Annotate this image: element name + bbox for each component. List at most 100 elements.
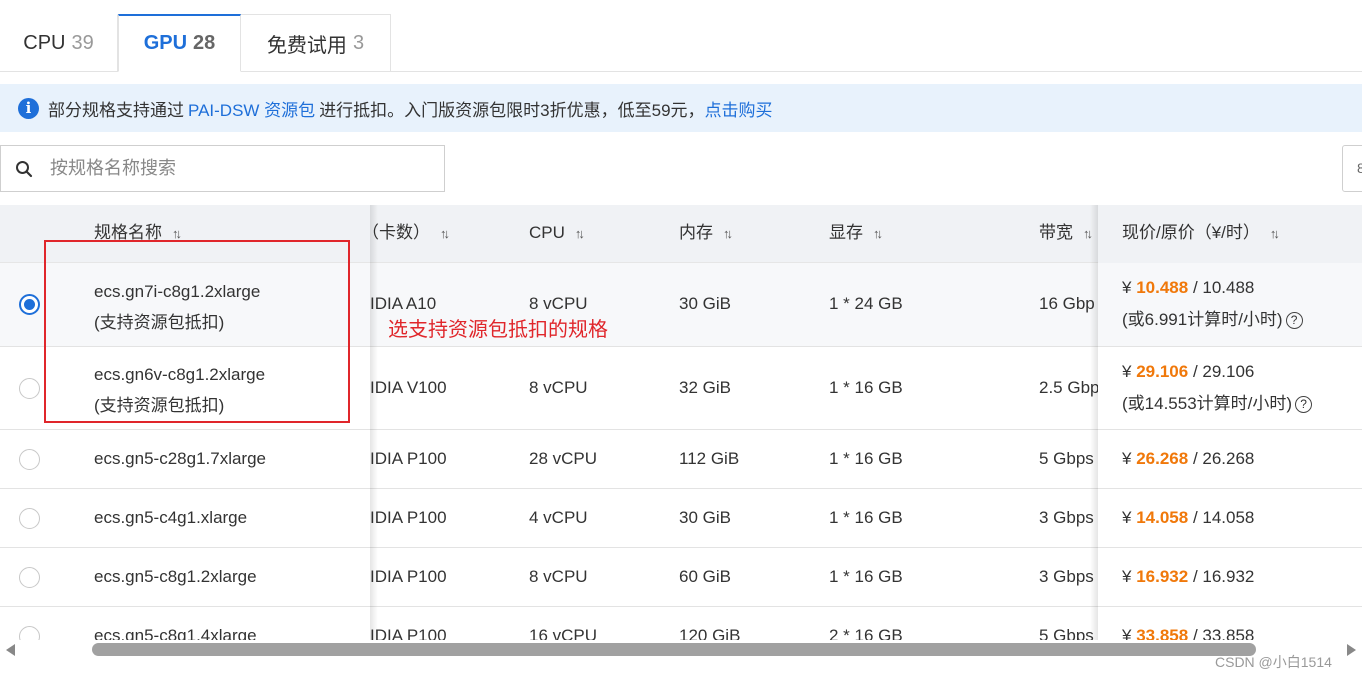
col-header-cpu[interactable]: CPU ↑↓ — [529, 205, 585, 263]
annotation-box — [44, 240, 350, 423]
vram-cell: 2 * 16 GB — [829, 626, 903, 640]
pai-dsw-link[interactable]: PAI-DSW 资源包 — [188, 96, 315, 121]
price-note-line: (或6.991计算时/小时)? — [1122, 305, 1362, 330]
tab-gpu[interactable]: GPU 28 — [118, 14, 241, 72]
cpu-cell: 16 vCPU — [529, 626, 598, 640]
table-row[interactable]: ecs.gn5-c8g1.2xlarge IDIA P100 8 vCPU 60… — [0, 548, 1362, 607]
price-orig: / 16.932 — [1192, 567, 1255, 586]
fixed-column-shadow — [1090, 205, 1098, 640]
gpu-cell: IDIA A10 — [370, 294, 437, 313]
scroll-thumb[interactable] — [92, 643, 1256, 656]
bandwidth-cell: 5 Gbps — [1039, 449, 1094, 468]
search-input[interactable] — [50, 158, 410, 179]
row-radio[interactable] — [19, 378, 40, 399]
spec-name: ecs.gn5-c28g1.7xlarge — [94, 449, 267, 468]
table-row[interactable]: ecs.gn5-c28g1.7xlarge IDIA P100 28 vCPU … — [0, 430, 1362, 489]
fixed-column-shadow — [370, 205, 378, 640]
sort-icon[interactable]: ↑↓ — [723, 206, 733, 262]
price-now: 26.268 — [1136, 449, 1189, 468]
price-now: 29.106 — [1136, 362, 1189, 381]
price-now: 10.488 — [1136, 278, 1189, 297]
tab-cpu[interactable]: CPU 39 — [0, 14, 118, 72]
col-header-price[interactable]: 现价/原价（¥/时） ↑↓ — [1098, 205, 1362, 263]
spec-name: ecs.gn5-c8g1.2xlarge — [94, 567, 257, 586]
memory-cell: 32 GiB — [679, 378, 731, 397]
memory-cell: 112 GiB — [679, 449, 740, 468]
gpu-cell: IDIA P100 — [370, 567, 447, 586]
table-row[interactable]: ecs.gn5-c8g1.4xlarge IDIA P100 16 vCPU 1… — [0, 607, 1362, 640]
price-orig: / 10.488 — [1192, 278, 1255, 297]
bandwidth-cell: 5 Gbps — [1039, 626, 1094, 640]
col-header-label: 带宽 — [1039, 223, 1073, 242]
col-header-bandwidth[interactable]: 带宽 ↑↓ — [1039, 205, 1093, 263]
col-header-label: 显存 — [829, 223, 863, 242]
price-cell: ¥ 26.268 / 26.268 — [1098, 430, 1362, 488]
vram-cell: 1 * 16 GB — [829, 378, 903, 397]
scroll-right-arrow-icon[interactable] — [1347, 644, 1356, 656]
filter-select[interactable]: 8 — [1342, 145, 1362, 192]
notice-text: 部分规格支持通过 — [48, 100, 184, 120]
sort-icon[interactable]: ↑↓ — [1083, 206, 1093, 262]
sort-icon[interactable]: ↑↓ — [575, 206, 585, 262]
col-header-memory[interactable]: 内存 ↑↓ — [679, 205, 733, 263]
gpu-cell: IDIA V100 — [370, 378, 447, 397]
row-radio[interactable] — [19, 626, 40, 640]
price-note: (或14.553计算时/小时) — [1122, 394, 1293, 413]
buy-link[interactable]: 点击购买 — [705, 96, 773, 121]
help-icon[interactable]: ? — [1295, 396, 1313, 414]
price-orig: / 33.858 — [1192, 626, 1255, 640]
sort-icon[interactable]: ↑↓ — [440, 206, 450, 262]
col-header-label: 内存 — [679, 223, 713, 242]
memory-cell: 30 GiB — [679, 294, 731, 313]
price-orig: / 29.106 — [1192, 362, 1255, 381]
tab-count: 28 — [193, 32, 216, 54]
horizontal-scrollbar[interactable] — [0, 640, 1362, 660]
memory-cell: 60 GiB — [679, 567, 731, 586]
row-radio[interactable] — [19, 449, 40, 470]
tab-label: 免费试用 — [266, 34, 347, 57]
currency: ¥ — [1122, 567, 1132, 586]
cpu-cell: 8 vCPU — [529, 567, 588, 586]
currency: ¥ — [1122, 626, 1132, 640]
help-icon[interactable]: ? — [1285, 312, 1303, 330]
col-header-vram[interactable]: 显存 ↑↓ — [829, 205, 883, 263]
tab-count: 3 — [352, 31, 365, 54]
price-cell: ¥ 29.106 / 29.106 (或14.553计算时/小时)? — [1098, 347, 1362, 429]
price-now: 14.058 — [1136, 508, 1189, 527]
row-radio-selected[interactable] — [19, 294, 40, 315]
price-orig: / 26.268 — [1192, 449, 1255, 468]
memory-cell: 30 GiB — [679, 508, 731, 527]
price-orig: / 14.058 — [1192, 508, 1255, 527]
vram-cell: 1 * 16 GB — [829, 508, 903, 527]
price-now: 16.932 — [1136, 567, 1189, 586]
vram-cell: 1 * 16 GB — [829, 449, 903, 468]
currency: ¥ — [1122, 278, 1132, 297]
vram-cell: 1 * 24 GB — [829, 294, 903, 313]
tabs-divider — [390, 71, 1362, 72]
row-radio[interactable] — [19, 508, 40, 529]
row-radio[interactable] — [19, 567, 40, 588]
price-cell: ¥ 33.858 / 33.858 — [1098, 607, 1362, 640]
cpu-cell: 28 vCPU — [529, 449, 598, 468]
tab-count: 39 — [71, 31, 94, 54]
sort-icon[interactable]: ↑↓ — [873, 206, 883, 262]
bandwidth-cell: 3 Gbps — [1039, 508, 1094, 527]
cpu-cell: 8 vCPU — [529, 378, 588, 397]
tab-label: GPU — [143, 32, 188, 54]
watermark: CSDN @小白1514 — [1215, 654, 1332, 670]
gpu-cell: IDIA P100 — [370, 508, 447, 527]
scroll-left-arrow-icon[interactable] — [6, 644, 15, 656]
table-row[interactable]: ecs.gn5-c4g1.xlarge IDIA P100 4 vCPU 30 … — [0, 489, 1362, 548]
cpu-cell: 8 vCPU — [529, 294, 588, 313]
spec-name: ecs.gn5-c8g1.4xlarge — [94, 626, 257, 640]
price-cell: ¥ 14.058 / 14.058 — [1098, 489, 1362, 547]
col-header-label: CPU — [529, 223, 565, 242]
info-icon: i — [18, 97, 39, 119]
page: CPU 39 GPU 28 免费试用 3 i 部分规格支持通过 PAI-DSW … — [0, 0, 1362, 679]
sort-icon[interactable]: ↑↓ — [1270, 206, 1280, 262]
spec-name: ecs.gn5-c4g1.xlarge — [94, 508, 248, 527]
price-now: 33.858 — [1136, 626, 1189, 640]
bandwidth-cell: 3 Gbps — [1039, 567, 1094, 586]
tab-free-trial[interactable]: 免费试用 3 — [241, 14, 391, 72]
price-note: (或6.991计算时/小时) — [1122, 310, 1283, 329]
